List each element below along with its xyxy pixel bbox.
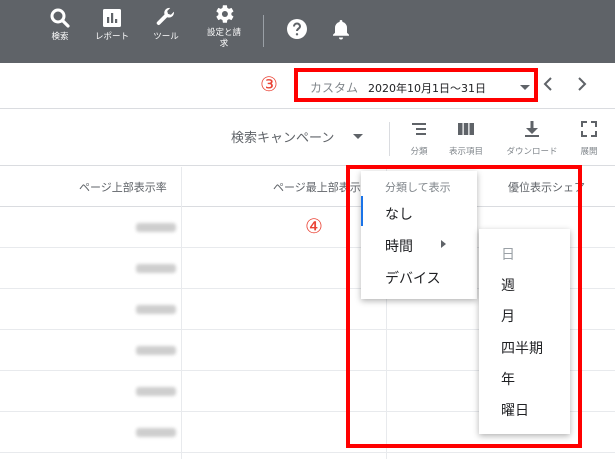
- table-toolbar: 検索キャンペーン 分類 表示項目 ダウンロード 展開: [0, 110, 615, 166]
- menu-item-time[interactable]: 時間: [385, 236, 413, 256]
- chevron-right-icon[interactable]: [576, 76, 588, 92]
- help-icon[interactable]: [286, 18, 308, 40]
- time-submenu: 日 週 月 四半期 年 曜日: [479, 229, 570, 434]
- columns-label: 表示項目: [448, 147, 483, 157]
- download-label: ダウンロード: [506, 147, 558, 157]
- top-app-bar: 検索 レポート ツール 設定と請求: [0, 0, 615, 63]
- campaign-filter-caret-icon: [353, 134, 363, 139]
- notification-bell-icon[interactable]: [331, 18, 351, 40]
- search-label: 検索: [51, 32, 69, 42]
- callout-number-4: ④: [305, 214, 323, 238]
- submenu-item-quarter[interactable]: 四半期: [501, 338, 543, 358]
- columns-icon: [458, 123, 474, 135]
- expand-icon: [581, 121, 597, 137]
- submenu-item-month[interactable]: 月: [501, 306, 515, 326]
- chevron-left-icon[interactable]: [542, 76, 554, 92]
- submenu-item-week[interactable]: 週: [501, 275, 515, 295]
- date-range-picker[interactable]: カスタム 2020年10月1日～31日: [294, 68, 538, 102]
- segment-menu-header: 分類して表示: [385, 181, 451, 194]
- settings-billing-label: 設定と請求: [206, 28, 241, 49]
- download-button[interactable]: ダウンロード: [502, 119, 562, 157]
- callout-number-3: ③: [260, 72, 278, 96]
- expand-button[interactable]: 展開: [559, 119, 615, 157]
- column-header-top-rate[interactable]: ページ上部表示率: [79, 179, 167, 195]
- submenu-arrow-icon: [441, 240, 446, 248]
- search-icon: [50, 8, 70, 28]
- topbar-divider: [263, 15, 264, 47]
- submenu-item-year[interactable]: 年: [501, 369, 515, 389]
- report-icon: [103, 9, 121, 27]
- segment-icon: [412, 123, 426, 135]
- expand-label: 展開: [580, 147, 598, 157]
- submenu-item-weekday[interactable]: 曜日: [501, 400, 529, 420]
- date-range-value: 2020年10月1日～31日: [368, 82, 486, 95]
- gear-icon: [216, 5, 234, 23]
- dropdown-caret-icon: [520, 85, 530, 90]
- segment-menu: 分類して表示 なし 時間 デバイス: [361, 171, 477, 299]
- columns-button[interactable]: 表示項目: [436, 119, 496, 157]
- date-custom-label: カスタム: [310, 81, 359, 95]
- tools-button[interactable]: ツール: [138, 6, 194, 43]
- reports-label: レポート: [94, 32, 129, 42]
- tools-label: ツール: [153, 32, 179, 42]
- reports-button[interactable]: レポート: [84, 6, 140, 43]
- wrench-icon: [156, 7, 175, 25]
- menu-item-device[interactable]: デバイス: [385, 268, 441, 288]
- submenu-item-day[interactable]: 日: [501, 244, 515, 264]
- settings-billing-button[interactable]: 設定と請求: [196, 2, 252, 50]
- download-icon: [525, 121, 539, 137]
- date-range-row: ③ カスタム 2020年10月1日～31日: [0, 63, 615, 109]
- selected-indicator: [361, 196, 363, 226]
- campaign-filter-select[interactable]: 検索キャンペーン: [231, 127, 334, 146]
- google-ads-report-page: 検索 レポート ツール 設定と請求 ③ カスタム 2020年10月1日～31日 …: [0, 0, 615, 459]
- menu-item-none[interactable]: なし: [385, 204, 413, 224]
- search-button[interactable]: 検索: [32, 6, 88, 43]
